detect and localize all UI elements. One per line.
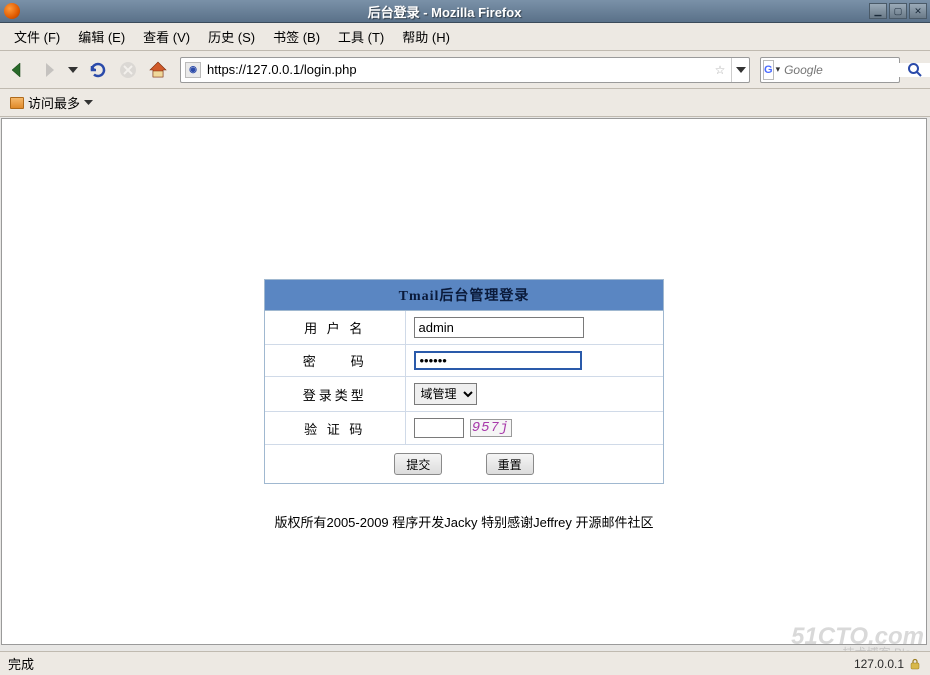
window-title: 后台登录 - Mozilla Firefox: [20, 2, 869, 21]
close-button[interactable]: ✕: [909, 3, 927, 19]
toolbar: ◉ ☆ G ▾: [0, 51, 930, 89]
menubar: 文件 (F) 编辑 (E) 查看 (V) 历史 (S) 书签 (B) 工具 (T…: [0, 23, 930, 51]
back-button[interactable]: [6, 58, 30, 82]
site-identity-icon[interactable]: ◉: [185, 62, 201, 78]
nav-history-dropdown[interactable]: [66, 58, 80, 82]
menu-help[interactable]: 帮助 (H): [394, 24, 458, 49]
login-header: Tmail后台管理登录: [265, 280, 663, 311]
login-type-select[interactable]: 域管理: [414, 383, 477, 405]
urlbar-dropdown[interactable]: [731, 58, 749, 82]
lock-icon: [908, 657, 922, 671]
maximize-button[interactable]: ▢: [889, 3, 907, 19]
folder-icon: [10, 97, 24, 109]
password-input[interactable]: [414, 351, 582, 370]
bookmark-star-icon[interactable]: ☆: [711, 61, 729, 79]
searchbar[interactable]: G ▾: [760, 57, 900, 83]
urlbar[interactable]: ◉ ☆: [180, 57, 750, 83]
forward-button[interactable]: [36, 58, 60, 82]
menu-edit[interactable]: 编辑 (E): [70, 24, 133, 49]
minimize-button[interactable]: ▁: [869, 3, 887, 19]
password-label: 密 码: [265, 345, 405, 377]
menu-bookmarks[interactable]: 书签 (B): [265, 24, 328, 49]
menu-file[interactable]: 文件 (F): [6, 24, 68, 49]
captcha-label: 验 证 码: [265, 412, 405, 445]
status-host: 127.0.0.1: [854, 657, 904, 671]
captcha-input[interactable]: [414, 418, 464, 438]
window-controls: ▁ ▢ ✕: [869, 3, 927, 19]
most-visited-label: 访问最多: [28, 93, 80, 112]
login-type-label: 登录类型: [265, 377, 405, 412]
titlebar: 后台登录 - Mozilla Firefox ▁ ▢ ✕: [0, 0, 930, 23]
page-content: Tmail后台管理登录 用 户 名 密 码 登录类型 域管理: [1, 118, 927, 645]
login-panel: Tmail后台管理登录 用 户 名 密 码 登录类型 域管理: [264, 279, 664, 484]
status-text: 完成: [8, 654, 34, 673]
home-button[interactable]: [146, 58, 170, 82]
search-engine-icon[interactable]: G: [763, 60, 774, 80]
username-input[interactable]: [414, 317, 584, 338]
stop-button: [116, 58, 140, 82]
menu-history[interactable]: 历史 (S): [200, 24, 263, 49]
menu-tools[interactable]: 工具 (T): [330, 24, 392, 49]
statusbar: 完成 127.0.0.1: [0, 651, 930, 675]
username-label: 用 户 名: [265, 311, 405, 345]
footer-text: 版权所有2005-2009 程序开发Jacky 特别感谢Jeffrey 开源邮件…: [274, 512, 653, 531]
captcha-image[interactable]: 957j: [470, 419, 512, 437]
search-engine-dropdown[interactable]: ▾: [776, 64, 781, 75]
firefox-icon: [4, 3, 20, 19]
search-go-icon[interactable]: [906, 58, 924, 82]
reset-button[interactable]: 重置: [486, 453, 534, 475]
menu-view[interactable]: 查看 (V): [135, 24, 198, 49]
url-input[interactable]: [205, 60, 711, 79]
most-visited-button[interactable]: 访问最多: [6, 91, 97, 114]
submit-button[interactable]: 提交: [394, 453, 442, 475]
bookmark-toolbar: 访问最多: [0, 89, 930, 117]
reload-button[interactable]: [86, 58, 110, 82]
